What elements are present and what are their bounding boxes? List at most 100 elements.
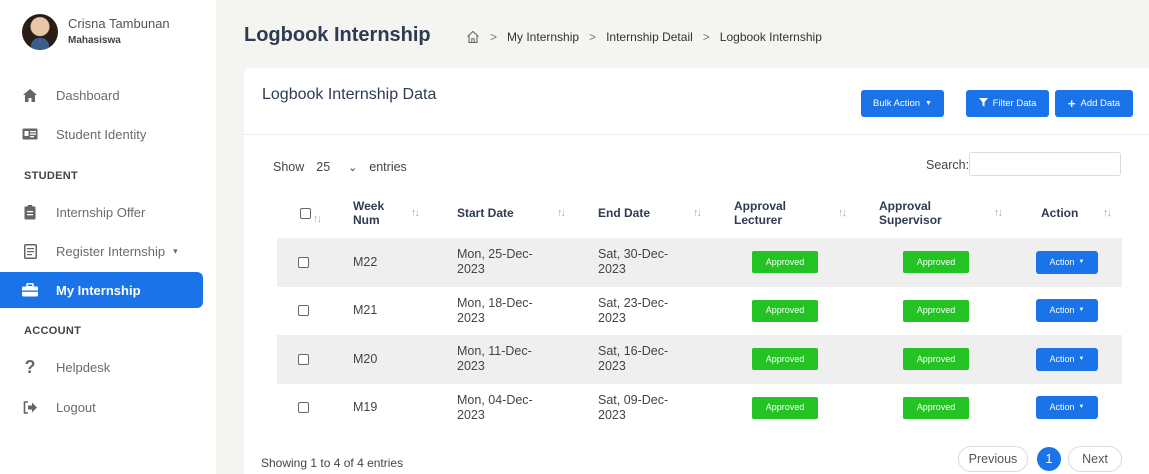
- action-label: Action: [1049, 305, 1075, 315]
- sidebar-item-label: Logout: [56, 399, 96, 415]
- chevron-right-icon: >: [490, 30, 498, 44]
- filter-icon: [978, 97, 988, 110]
- divider: [244, 134, 1149, 135]
- sort-icon[interactable]: ↑↓: [1103, 207, 1112, 219]
- sort-icon[interactable]: ↑↓: [693, 207, 702, 219]
- col-approval-supervisor[interactable]: Approval Supervisor: [879, 188, 959, 238]
- breadcrumb: > My Internship > Internship Detail > Lo…: [466, 30, 822, 44]
- chevron-right-icon: >: [702, 30, 710, 44]
- entries-label: entries: [369, 160, 407, 174]
- sort-icon[interactable]: ↑↓: [313, 212, 322, 226]
- add-data-button[interactable]: + Add Data: [1055, 90, 1133, 117]
- action-dropdown-button[interactable]: Action ▼: [1036, 396, 1098, 419]
- col-start-date[interactable]: Start Date: [457, 188, 514, 238]
- caret-down-icon: ▼: [1078, 355, 1085, 362]
- show-label: Show: [273, 160, 305, 174]
- cell-start-date: Mon, 04-Dec-2023: [457, 392, 533, 422]
- sidebar-item-dashboard[interactable]: Dashboard: [0, 77, 216, 113]
- search-input[interactable]: [969, 152, 1121, 176]
- col-approval-lecturer[interactable]: Approval Lecturer: [734, 188, 814, 238]
- cell-week: M22: [353, 254, 378, 269]
- table-row: M19 Mon, 04-Dec-2023 Sat, 09-Dec-2023 Ap…: [277, 384, 1122, 433]
- user-role: Mahasiswa: [68, 35, 121, 46]
- row-checkbox[interactable]: [298, 402, 309, 413]
- action-dropdown-button[interactable]: Action ▼: [1036, 347, 1098, 371]
- select-all-checkbox-cell: ↑↓: [300, 188, 322, 238]
- sort-icon[interactable]: ↑↓: [994, 207, 1003, 219]
- user-name: Crisna Tambunan: [68, 16, 170, 31]
- sort-icon[interactable]: ↑↓: [557, 207, 566, 219]
- approval-supervisor-badge: Approved: [903, 299, 969, 322]
- action-dropdown-button[interactable]: Action ▼: [1036, 299, 1098, 322]
- approval-lecturer-badge: Approved: [752, 348, 818, 370]
- action-dropdown-button[interactable]: Action ▼: [1036, 250, 1098, 274]
- cell-end-date: Sat, 16-Dec-2023: [598, 344, 669, 373]
- sidebar-item-label: My Internship: [56, 282, 141, 298]
- plus-icon: +: [1067, 96, 1076, 111]
- entries-value: 25: [316, 160, 331, 174]
- cell-end-date: Sat, 30-Dec-2023: [598, 247, 669, 276]
- row-checkbox[interactable]: [298, 256, 309, 268]
- section-account: ACCOUNT: [24, 325, 82, 337]
- col-week-num[interactable]: Week Num: [353, 188, 393, 238]
- table-row: M20 Mon, 11-Dec-2023 Sat, 16-Dec-2023 Ap…: [277, 335, 1122, 384]
- cell-start-date: Mon, 18-Dec-2023: [457, 295, 533, 325]
- action-label: Action: [1049, 353, 1075, 364]
- sidebar-item-label: Student Identity: [56, 126, 147, 142]
- sidebar-item-register-internship[interactable]: Register Internship ▾: [0, 233, 216, 269]
- breadcrumb-logbook-internship: Logbook Internship: [719, 30, 822, 44]
- sidebar-item-student-identity[interactable]: Student Identity: [0, 116, 216, 152]
- cell-week: M20: [353, 351, 378, 366]
- question-icon: ?: [24, 356, 36, 377]
- logout-icon: [22, 399, 38, 415]
- next-page-button[interactable]: Next: [1068, 446, 1122, 472]
- sidebar-item-logout[interactable]: Logout: [0, 389, 216, 425]
- select-all-checkbox[interactable]: [300, 207, 311, 219]
- bulk-action-button[interactable]: Bulk Action ▼: [861, 90, 944, 117]
- show-entries: Show 25 ⌄ entries: [273, 156, 407, 178]
- cell-end-date: Sat, 23-Dec-2023: [598, 295, 669, 325]
- caret-down-icon: ▼: [925, 100, 932, 107]
- section-student: STUDENT: [24, 170, 79, 182]
- add-data-label: Add Data: [1080, 98, 1121, 109]
- cell-week: M19: [353, 400, 378, 414]
- entries-select[interactable]: 25 ⌄: [310, 156, 363, 178]
- action-label: Action: [1049, 256, 1075, 267]
- row-checkbox[interactable]: [298, 353, 309, 365]
- approval-lecturer-badge: Approved: [752, 396, 818, 419]
- filter-data-button[interactable]: Filter Data: [966, 90, 1049, 117]
- home-icon: [22, 87, 38, 103]
- sidebar-item-label: Internship Offer: [56, 204, 146, 220]
- previous-page-button[interactable]: Previous: [958, 446, 1028, 472]
- table-header: ↑↓ Week Num ↑↓ Start Date ↑↓ End Date ↑↓…: [277, 188, 1122, 238]
- sort-icon[interactable]: ↑↓: [838, 207, 847, 219]
- col-action[interactable]: Action: [1041, 188, 1078, 238]
- cell-week: M21: [353, 303, 378, 317]
- sidebar-item-label: Register Internship: [56, 243, 166, 259]
- logbook-card: Logbook Internship Data Bulk Action ▼ Fi…: [244, 68, 1149, 474]
- caret-down-icon: ▼: [1078, 307, 1085, 313]
- page-title: Logbook Internship: [244, 24, 431, 46]
- home-icon[interactable]: [466, 30, 480, 44]
- logbook-table: ↑↓ Week Num ↑↓ Start Date ↑↓ End Date ↑↓…: [277, 188, 1122, 432]
- chevron-down-icon: ▾: [173, 245, 178, 256]
- cell-end-date: Sat, 09-Dec-2023: [598, 392, 669, 422]
- caret-down-icon: ▼: [1078, 404, 1085, 410]
- sidebar-item-internship-offer[interactable]: Internship Offer: [0, 194, 216, 230]
- bulk-action-label: Bulk Action: [873, 98, 921, 109]
- sidebar-item-my-internship[interactable]: My Internship: [0, 272, 203, 308]
- sort-icon[interactable]: ↑↓: [411, 207, 420, 219]
- breadcrumb-my-internship[interactable]: My Internship: [507, 30, 579, 44]
- sidebar-item-helpdesk[interactable]: ? Helpdesk: [0, 349, 216, 385]
- chevron-down-icon: ⌄: [348, 161, 358, 174]
- approval-lecturer-badge: Approved: [752, 299, 818, 322]
- card-title: Logbook Internship Data: [262, 86, 437, 103]
- user-profile[interactable]: Crisna Tambunan Mahasiswa: [22, 14, 170, 50]
- caret-down-icon: ▼: [1078, 258, 1085, 265]
- row-checkbox[interactable]: [298, 305, 309, 316]
- form-icon: [22, 243, 38, 259]
- col-end-date[interactable]: End Date: [598, 188, 650, 238]
- approval-lecturer-badge: Approved: [752, 251, 818, 273]
- breadcrumb-internship-detail[interactable]: Internship Detail: [606, 30, 693, 44]
- page-1-button[interactable]: 1: [1037, 447, 1061, 471]
